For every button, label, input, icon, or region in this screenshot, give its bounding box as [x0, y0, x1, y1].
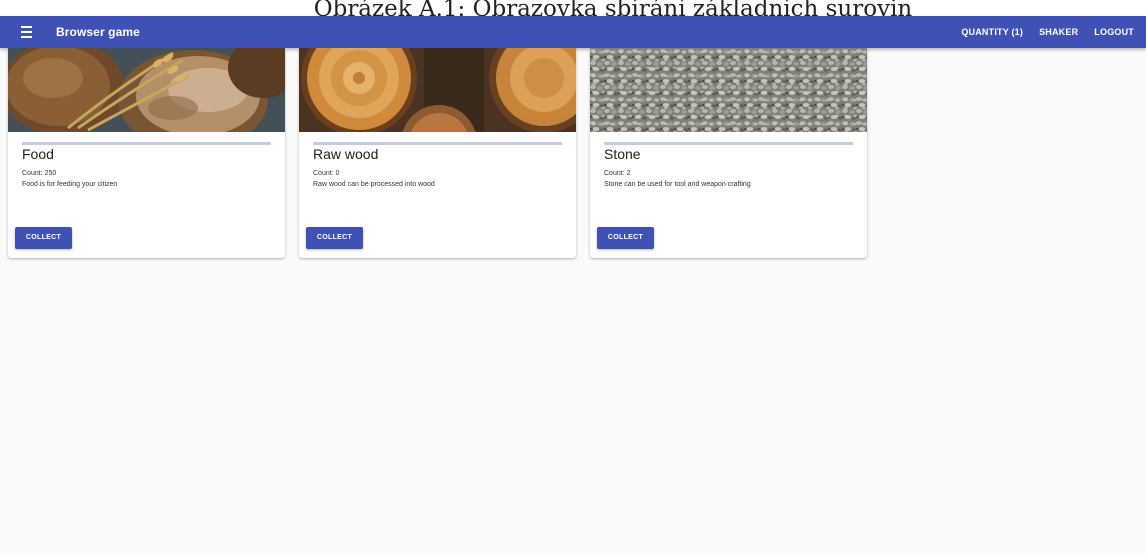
food-title: Food [22, 146, 54, 162]
resource-card-stone: Stone Count: 2 Stone can be used for too… [590, 48, 867, 258]
app-title: Browser game [56, 25, 140, 39]
resource-card-food: Food Count: 250 Food is for feeding your… [8, 48, 285, 258]
stone-image [590, 48, 867, 132]
food-image [8, 48, 285, 132]
collect-raw-wood-button[interactable]: COLLECT [306, 227, 363, 249]
raw-wood-description: Raw wood can be processed into wood [313, 181, 435, 188]
resource-card-raw-wood: Raw wood Count: 0 Raw wood can be proces… [299, 48, 576, 258]
raw-wood-count: Count: 0 [313, 170, 340, 177]
nav-logout-button[interactable]: LOGOUT [1086, 16, 1142, 48]
menu-icon[interactable] [21, 25, 41, 39]
nav-shaker-button[interactable]: SHAKER [1031, 16, 1086, 48]
stone-progress-bar [604, 142, 853, 145]
food-description: Food is for feeding your citizen [22, 181, 118, 188]
stone-description: Stone can be used for tool and weapon cr… [604, 181, 751, 188]
raw-wood-progress-bar [313, 142, 562, 145]
collect-food-button[interactable]: COLLECT [15, 227, 72, 249]
nav-quantity-button[interactable]: QUANTITY (1) [953, 16, 1031, 48]
collect-stone-button[interactable]: COLLECT [597, 227, 654, 249]
raw-wood-title: Raw wood [313, 146, 379, 162]
stone-count: Count: 2 [604, 170, 631, 177]
app-bar: Browser game QUANTITY (1) SHAKER LOGOUT [0, 16, 1146, 48]
food-count: Count: 250 [22, 170, 57, 177]
food-progress-bar [22, 142, 271, 145]
raw-wood-image [299, 48, 576, 132]
stone-title: Stone [604, 146, 641, 162]
